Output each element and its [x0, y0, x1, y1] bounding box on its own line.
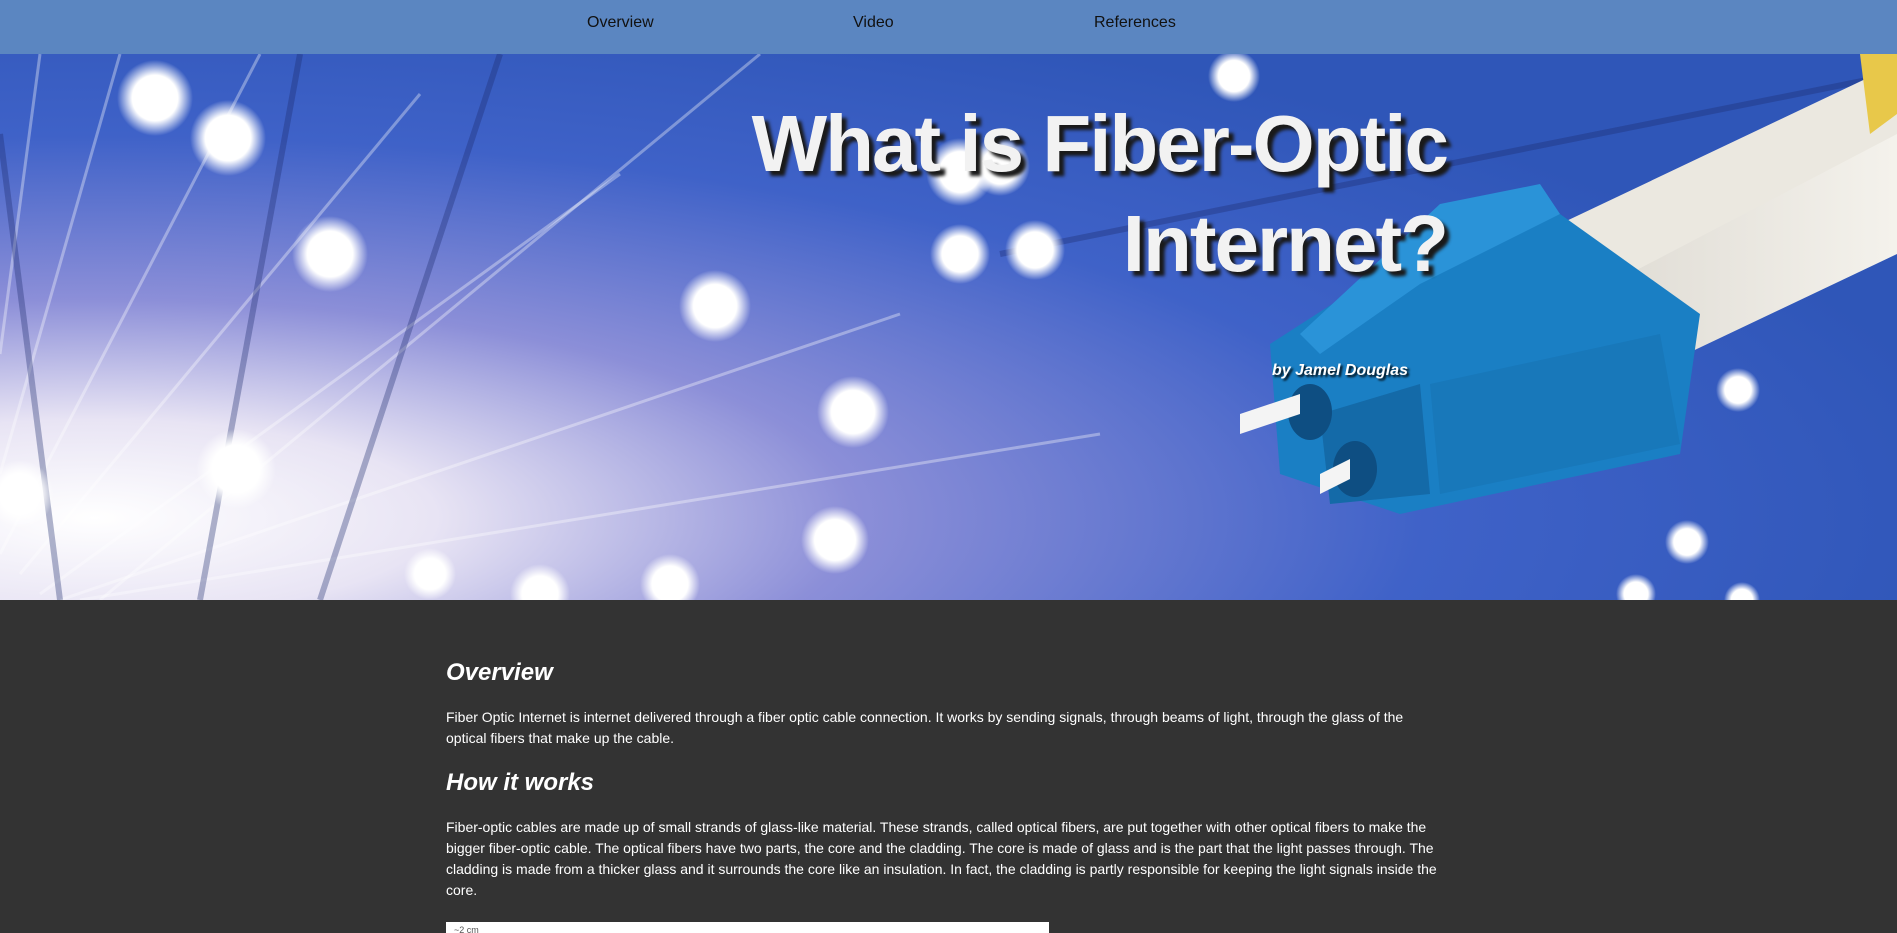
diagram-scale-label: ~2 cm: [454, 925, 479, 933]
author-byline: by Jamel Douglas: [1272, 362, 1409, 379]
page-title-line-1: What is Fiber-Optic: [751, 99, 1449, 188]
nav-link-references[interactable]: References: [1094, 14, 1176, 32]
how-it-works-heading: How it works: [446, 769, 595, 796]
page-title: What is Fiber-Optic Internet?: [547, 94, 1449, 294]
how-it-works-paragraph: Fiber-optic cables are made up of small …: [446, 819, 1437, 898]
fiber-diagram-image: ~2 cm: [446, 922, 1049, 933]
overview-paragraph: Fiber Optic Internet is internet deliver…: [446, 709, 1404, 746]
hero-banner: What is Fiber-Optic Internet? by Jamel Do…: [0, 54, 1897, 600]
top-navigation: Overview Video References: [0, 0, 1897, 54]
nav-link-overview[interactable]: Overview: [587, 14, 654, 32]
nav-link-video[interactable]: Video: [853, 14, 894, 32]
page-title-line-2: Internet?: [1122, 199, 1449, 288]
overview-heading: Overview: [446, 659, 553, 686]
